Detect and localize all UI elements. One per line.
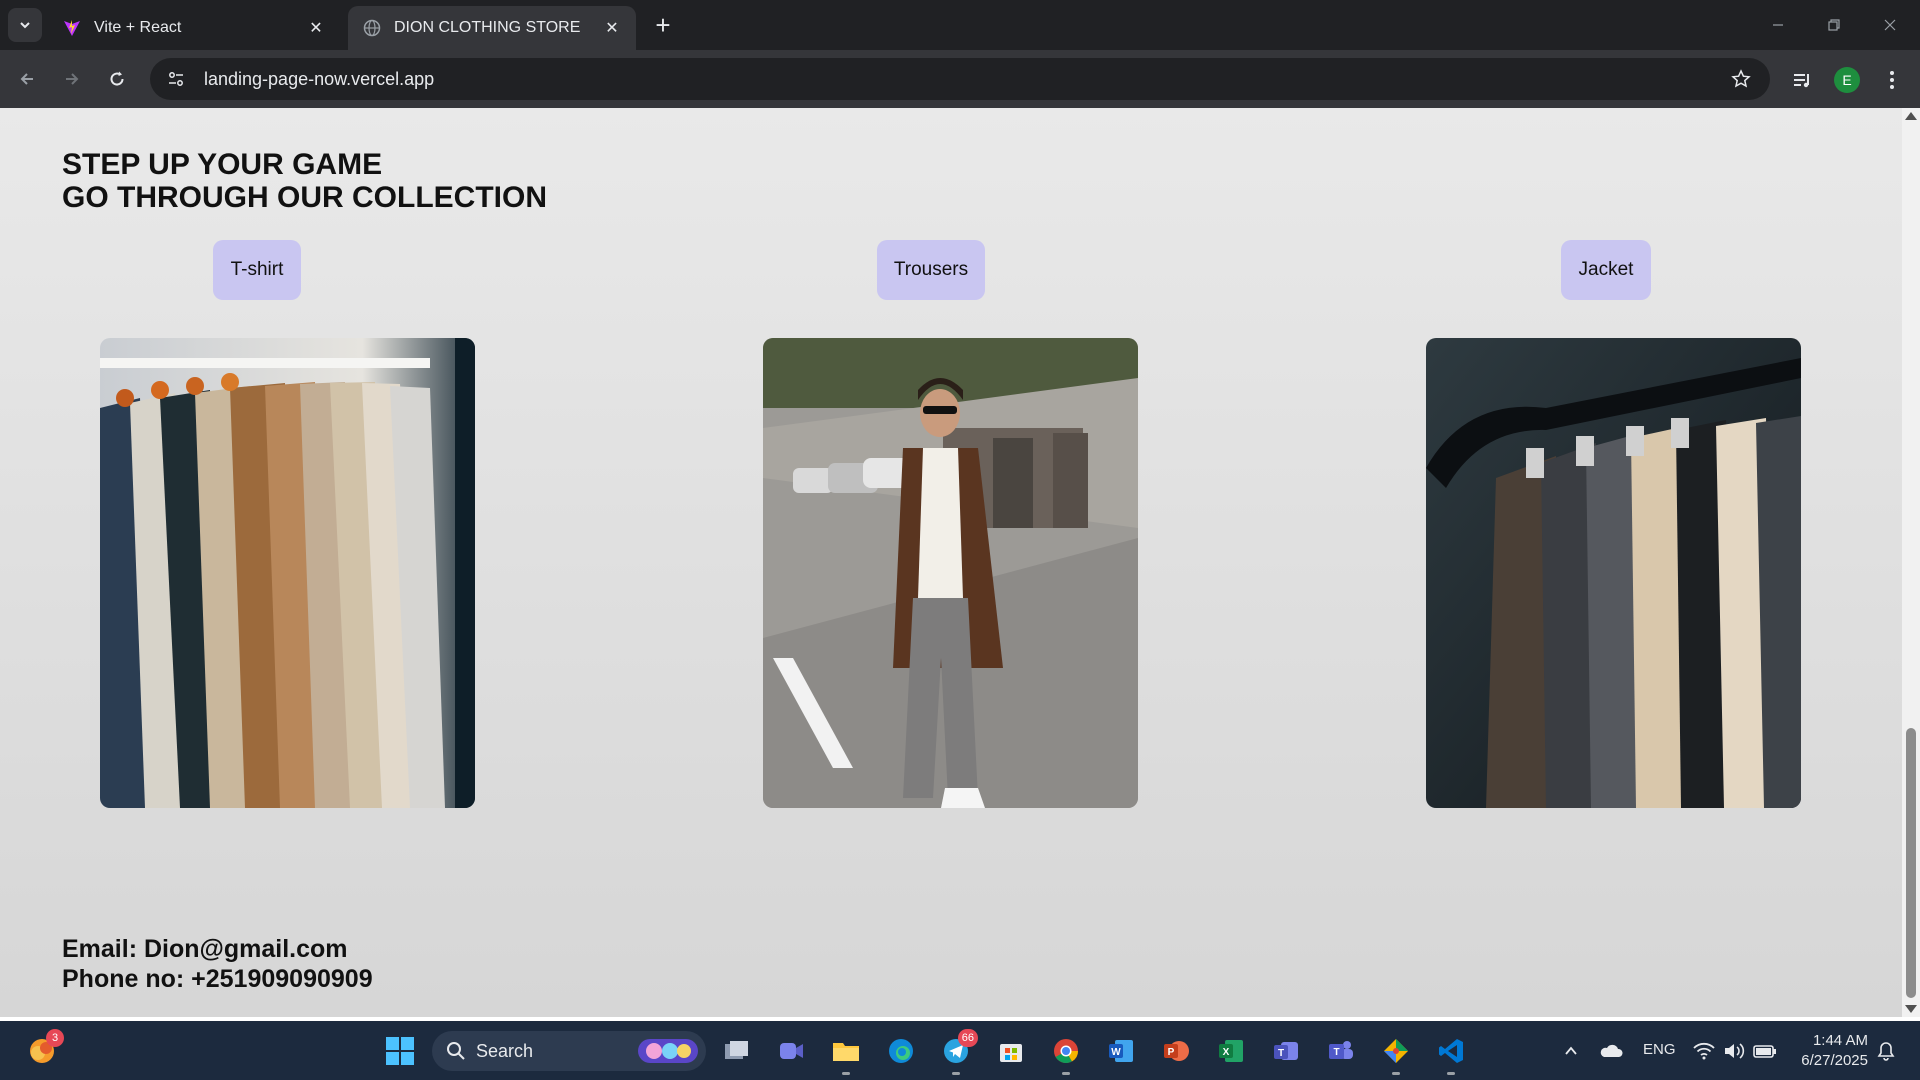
- svg-text:W: W: [1111, 1047, 1121, 1058]
- profile-avatar[interactable]: E: [1831, 64, 1863, 96]
- back-arrow-icon[interactable]: [12, 64, 42, 94]
- profile-initial: E: [1834, 67, 1860, 93]
- teams-icon[interactable]: T: [1321, 1031, 1361, 1071]
- close-tab-icon[interactable]: ✕: [306, 18, 326, 38]
- contact-email: Email: Dion@gmail.com: [62, 935, 348, 963]
- category-button-jacket[interactable]: Jacket: [1561, 240, 1651, 300]
- tab-title: DION CLOTHING STORE: [394, 19, 581, 36]
- contact-info: Email: Dion@gmail.com Phone no: +2519090…: [62, 934, 373, 994]
- taskbar-search-box[interactable]: Search: [432, 1031, 706, 1071]
- tab-search-button[interactable]: [8, 8, 42, 42]
- tshirt-product-image[interactable]: [100, 338, 475, 808]
- system-clock[interactable]: 1:44 AM 6/27/2025: [1801, 1031, 1868, 1071]
- chevron-down-icon: [20, 22, 30, 29]
- git-app-icon[interactable]: [1376, 1031, 1416, 1075]
- heading-line-1: STEP UP YOUR GAME: [62, 148, 383, 181]
- notification-bell-icon[interactable]: [1866, 1031, 1906, 1071]
- clock-time: 1:44 AM: [1812, 1032, 1868, 1049]
- new-tab-button[interactable]: +: [650, 12, 676, 38]
- restore-icon[interactable]: [1814, 10, 1854, 40]
- chevron-up-icon[interactable]: [1551, 1031, 1591, 1071]
- battery-icon[interactable]: [1745, 1031, 1785, 1071]
- jacket-product-image[interactable]: [1426, 338, 1801, 808]
- close-tab-icon[interactable]: ✕: [602, 18, 622, 38]
- minimize-icon[interactable]: [1758, 10, 1798, 40]
- file-explorer-icon[interactable]: [826, 1031, 866, 1075]
- contact-phone: Phone no: +251909090909: [62, 965, 373, 993]
- store-icon[interactable]: [991, 1031, 1031, 1071]
- tab-title: Vite + React: [94, 19, 182, 36]
- tab-dion-clothing-store[interactable]: DION CLOTHING STORE ✕: [348, 6, 636, 50]
- clock-date: 6/27/2025: [1801, 1052, 1868, 1069]
- globe-icon: [362, 18, 382, 38]
- scroll-up-arrow-icon[interactable]: [1905, 112, 1917, 120]
- tab-vite-react[interactable]: Vite + React ✕: [48, 6, 340, 50]
- browser-tabstrip: Vite + React ✕ DION CLOTHING STORE ✕ +: [0, 0, 1920, 50]
- forward-arrow-icon[interactable]: [57, 64, 87, 94]
- teams-classic-icon[interactable]: T: [1266, 1031, 1306, 1071]
- url-text: landing-page-now.vercel.app: [204, 68, 435, 89]
- svg-text:X: X: [1223, 1047, 1230, 1058]
- trousers-product-image[interactable]: [763, 338, 1138, 808]
- scrollbar-thumb[interactable]: [1906, 728, 1916, 998]
- copilot-badge: 3: [46, 1029, 64, 1047]
- search-icon: [446, 1041, 466, 1061]
- page-scrollbar[interactable]: [1902, 108, 1920, 1017]
- language-indicator[interactable]: ENG: [1643, 1041, 1676, 1058]
- search-label: Search: [476, 1040, 534, 1061]
- task-view-icon[interactable]: [716, 1031, 756, 1071]
- search-highlight-icon: [638, 1039, 698, 1063]
- telegram-icon[interactable]: 66: [936, 1029, 978, 1075]
- copilot-icon[interactable]: 3: [22, 1029, 64, 1071]
- browser-toolbar: landing-page-now.vercel.app E: [0, 50, 1920, 108]
- heading-line-2: GO THROUGH OUR COLLECTION: [62, 181, 547, 214]
- page-viewport: STEP UP YOUR GAME GO THROUGH OUR COLLECT…: [0, 108, 1902, 1017]
- category-button-tshirt[interactable]: T-shirt: [213, 240, 301, 300]
- word-icon[interactable]: W: [1101, 1031, 1141, 1071]
- meet-icon[interactable]: [771, 1031, 811, 1071]
- powerpoint-icon[interactable]: P: [1156, 1031, 1196, 1071]
- windows-start-icon[interactable]: [380, 1031, 420, 1071]
- media-control-icon[interactable]: [1786, 64, 1818, 96]
- chrome-icon[interactable]: [1046, 1031, 1086, 1075]
- close-window-icon[interactable]: [1870, 10, 1910, 40]
- svg-text:P: P: [1168, 1047, 1175, 1058]
- svg-text:T: T: [1333, 1047, 1339, 1058]
- vite-logo-icon: [62, 18, 82, 38]
- collection-heading: STEP UP YOUR GAME GO THROUGH OUR COLLECT…: [62, 148, 547, 214]
- category-button-trousers[interactable]: Trousers: [877, 240, 985, 300]
- svg-text:T: T: [1278, 1048, 1284, 1059]
- more-menu-icon[interactable]: [1876, 64, 1908, 96]
- edge-icon[interactable]: [881, 1031, 921, 1071]
- windows-taskbar: 3 Search 66 W P X T T ENG 1:44 AM 6/27/2…: [0, 1021, 1920, 1080]
- onedrive-icon[interactable]: [1591, 1031, 1631, 1071]
- address-bar[interactable]: landing-page-now.vercel.app: [150, 58, 1770, 100]
- vscode-icon[interactable]: [1431, 1031, 1471, 1075]
- bookmark-star-icon[interactable]: [1728, 66, 1754, 92]
- excel-icon[interactable]: X: [1211, 1031, 1251, 1071]
- site-info-icon[interactable]: [162, 65, 190, 93]
- telegram-badge: 66: [957, 1029, 978, 1047]
- reload-icon[interactable]: [102, 64, 132, 94]
- scroll-down-arrow-icon[interactable]: [1905, 1005, 1917, 1013]
